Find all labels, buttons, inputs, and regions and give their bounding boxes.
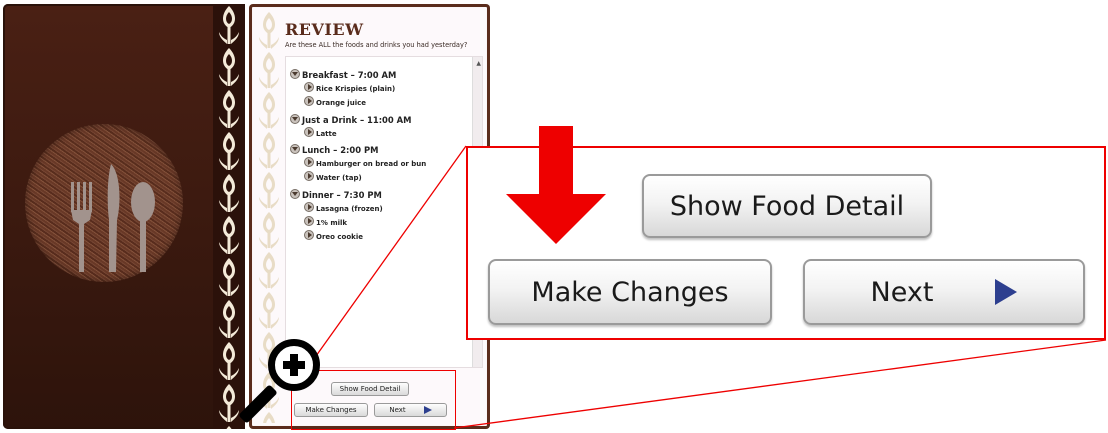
magnifier-plus-icon xyxy=(290,354,298,376)
food-item[interactable]: Latte xyxy=(304,127,337,138)
zoom-callout: Show Food Detail Make Changes Next xyxy=(466,126,1106,340)
meal-lunch[interactable]: Lunch – 2:00 PM xyxy=(290,144,378,155)
expand-icon[interactable] xyxy=(290,69,300,79)
item-arrow-icon[interactable] xyxy=(304,202,314,212)
show-food-detail-button-zoomed[interactable]: Show Food Detail xyxy=(642,174,932,238)
food-item[interactable]: Orange juice xyxy=(304,96,366,107)
item-arrow-icon[interactable] xyxy=(304,216,314,226)
cutlery-icon xyxy=(71,164,155,272)
cover-ornament-strip xyxy=(213,4,245,429)
review-subtitle: Are these ALL the foods and drinks you h… xyxy=(285,41,468,49)
food-item[interactable]: Oreo cookie xyxy=(304,230,363,241)
next-arrow-icon xyxy=(995,279,1018,305)
review-title: REVIEW xyxy=(285,20,364,39)
item-arrow-icon[interactable] xyxy=(304,230,314,240)
down-arrow-icon xyxy=(506,126,606,244)
expand-icon[interactable] xyxy=(290,189,300,199)
food-item[interactable]: Rice Krispies (plain) xyxy=(304,82,395,93)
expand-icon[interactable] xyxy=(290,114,300,124)
make-changes-button-zoomed[interactable]: Make Changes xyxy=(488,259,772,325)
menu-cover xyxy=(3,4,245,429)
food-item[interactable]: 1% milk xyxy=(304,216,347,227)
expand-icon[interactable] xyxy=(290,144,300,154)
food-item[interactable]: Hamburger on bread or bun xyxy=(304,157,426,168)
item-arrow-icon[interactable] xyxy=(304,82,314,92)
item-arrow-icon[interactable] xyxy=(304,171,314,181)
meal-breakfast[interactable]: Breakfast – 7:00 AM xyxy=(290,69,396,80)
next-button-zoomed[interactable]: Next xyxy=(803,259,1085,325)
item-arrow-icon[interactable] xyxy=(304,127,314,137)
item-arrow-icon[interactable] xyxy=(304,96,314,106)
food-item[interactable]: Water (tap) xyxy=(304,171,362,182)
meal-list[interactable]: ▲ Breakfast – 7:00 AM Rice Krispies (pla… xyxy=(285,56,483,368)
item-arrow-icon[interactable] xyxy=(304,157,314,167)
scroll-up-icon[interactable]: ▲ xyxy=(476,60,481,67)
meal-drink[interactable]: Just a Drink – 11:00 AM xyxy=(290,114,411,125)
food-item[interactable]: Lasagna (frozen) xyxy=(304,202,383,213)
meal-dinner[interactable]: Dinner – 7:30 PM xyxy=(290,189,382,200)
